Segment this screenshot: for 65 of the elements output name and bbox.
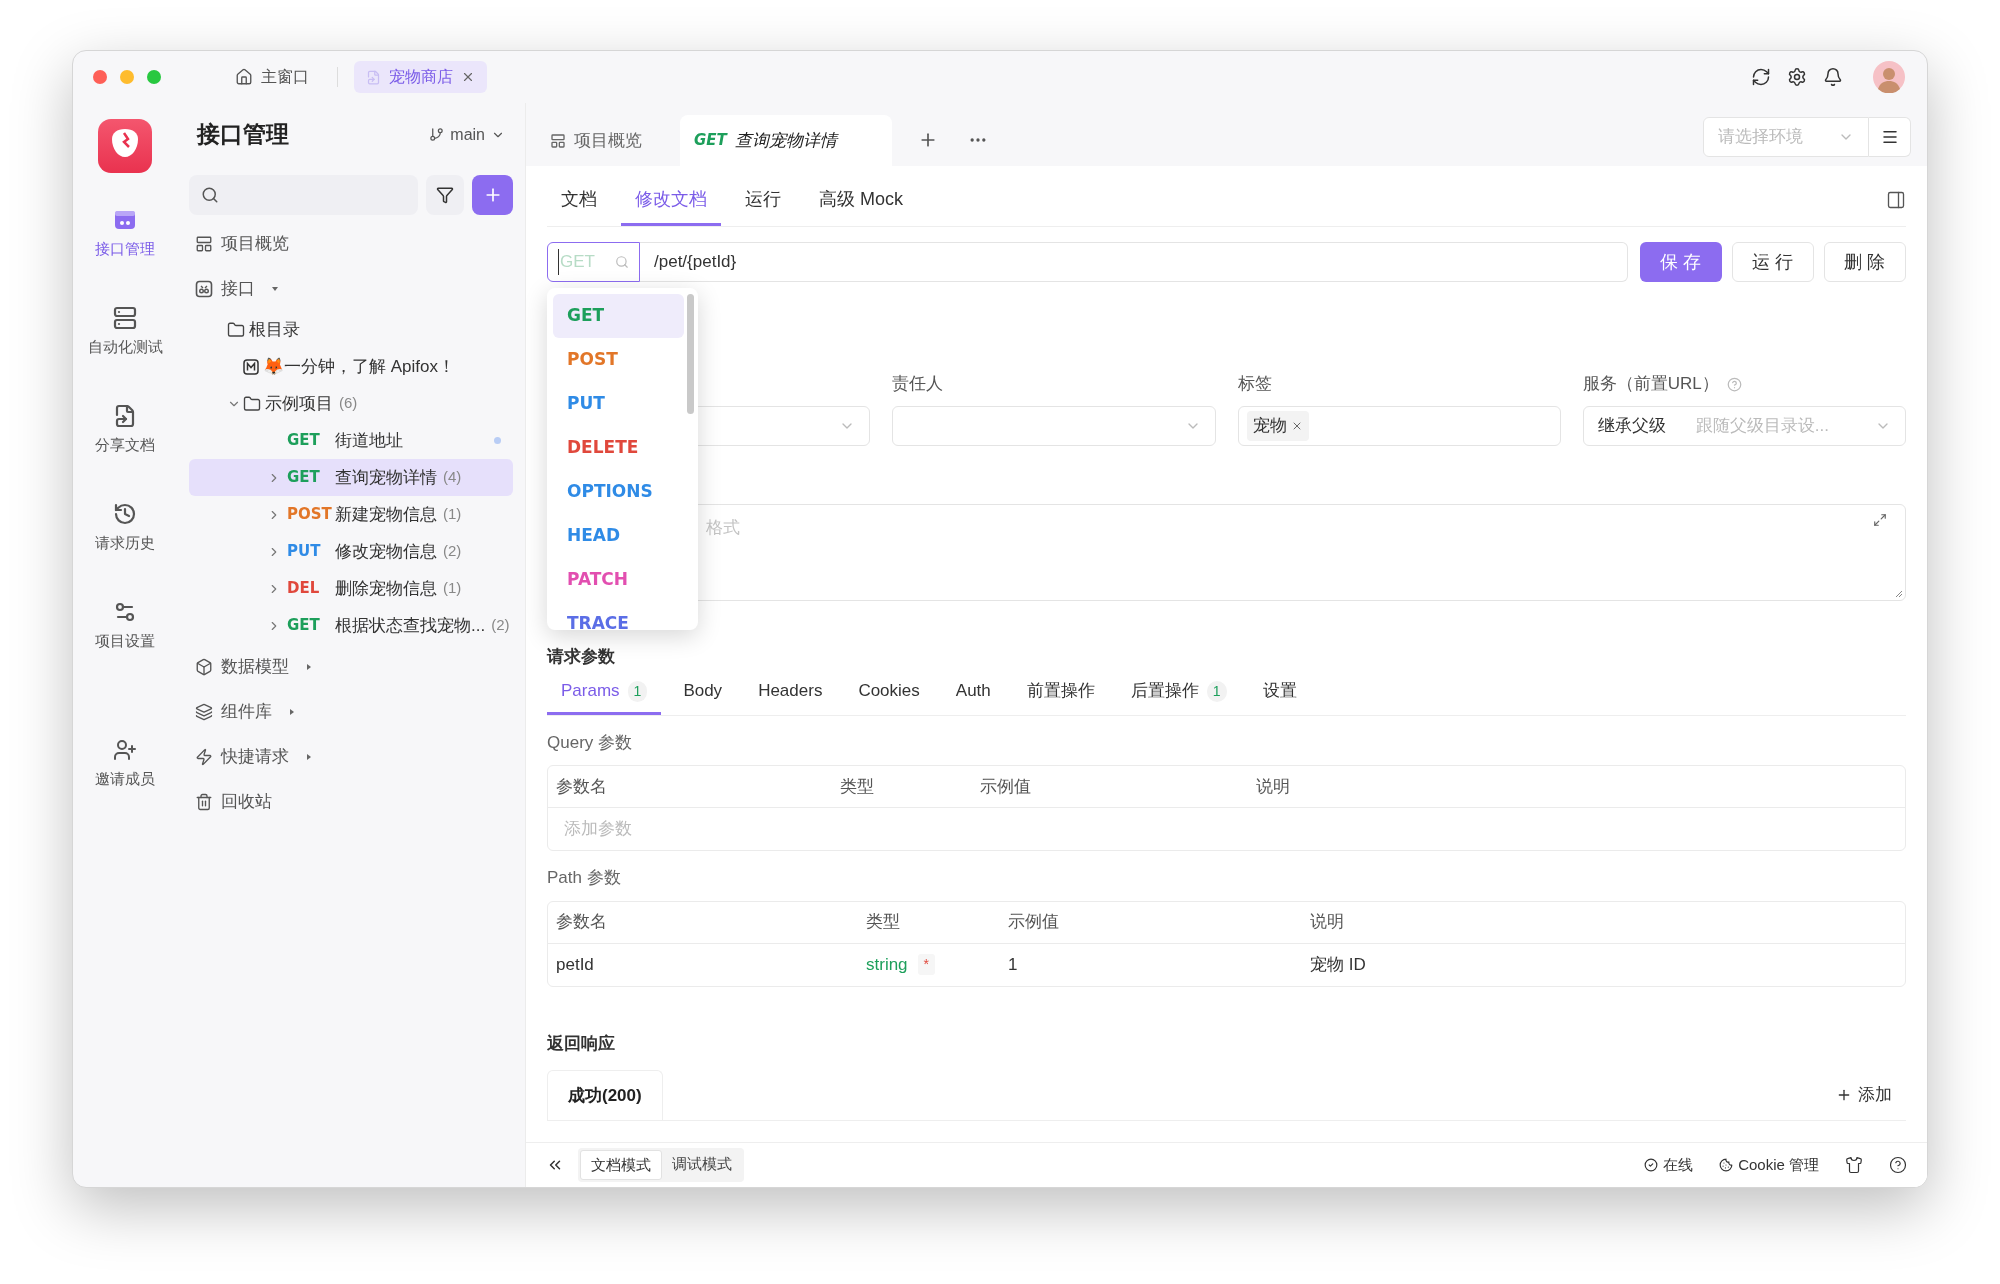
type-label: string <box>866 953 908 976</box>
method-label: GET <box>287 430 321 452</box>
count-label: (1) <box>443 578 462 599</box>
tab-label: 查询宠物详情 <box>734 129 837 152</box>
tree-label: 🦊一分钟，了解 Apifox！ <box>263 355 455 378</box>
tree-label: 街道地址 <box>335 429 403 452</box>
section-title: 请求参数 <box>547 646 616 668</box>
rail-label: 邀请成员 <box>95 768 155 789</box>
rail-label: 项目设置 <box>95 630 155 651</box>
column-header: 示例值 <box>979 775 1032 798</box>
count-label: (1) <box>443 504 462 525</box>
tree-label: 根据状态查找宠物... <box>335 614 486 637</box>
select-value: 继承父级 <box>1597 415 1666 438</box>
column-header: 类型 <box>839 775 875 798</box>
column-header: 参数名 <box>555 911 608 934</box>
rail-label: 分享文档 <box>95 434 155 455</box>
tree-label: 新建宠物信息 <box>335 503 437 526</box>
description-placeholder: 格式 <box>706 517 740 539</box>
table-cell-text: 1 <box>1007 953 1019 976</box>
tag-label: 宠物 <box>1252 415 1287 438</box>
table-cell-text: petId <box>555 953 595 976</box>
column-header: 说明 <box>1255 775 1291 798</box>
column-header: 示例值 <box>1007 911 1060 934</box>
section-subtitle: Path 参数 <box>547 867 622 889</box>
tree-label: 项目概览 <box>221 232 289 255</box>
table-cell-text: 宠物 ID <box>1309 953 1367 976</box>
method-label: GET <box>287 615 321 637</box>
tree-label: 回收站 <box>221 790 272 813</box>
method-label: POST <box>287 504 333 526</box>
tree-label: 删除宠物信息 <box>335 577 437 600</box>
field-label: 标签 <box>1237 373 1272 396</box>
tab-label: 主窗口 <box>261 67 309 87</box>
tab-label: 宠物商店 <box>389 67 453 87</box>
rail-label: 请求历史 <box>95 532 155 553</box>
section-subtitle: Query 参数 <box>547 731 634 754</box>
tree-label: 示例项目 <box>265 392 333 415</box>
tab-label: 项目概览 <box>574 129 642 152</box>
tree-label: 查询宠物详情 <box>335 466 437 489</box>
sidebar-title: 接口管理 <box>197 120 289 150</box>
count-label: (6) <box>339 393 358 414</box>
count-label: (4) <box>443 467 462 488</box>
column-header: 类型 <box>865 911 901 934</box>
select-placeholder: 跟随父级目录设... <box>1695 415 1829 438</box>
tree-label: 快捷请求 <box>221 745 289 768</box>
tree-label: 组件库 <box>221 700 272 723</box>
method-label: GET <box>694 130 727 152</box>
rail-label: 自动化测试 <box>87 336 163 357</box>
required-mark: * <box>917 954 936 975</box>
tree-label: 根目录 <box>249 318 300 341</box>
field-label: 服务（前置URL） <box>1582 373 1719 396</box>
rail-label: 接口管理 <box>95 238 155 259</box>
tree-label: 接口 <box>221 277 255 300</box>
column-header: 说明 <box>1309 911 1345 934</box>
method-label: GET <box>287 467 321 489</box>
count-label: (2) <box>491 615 510 636</box>
column-header: 参数名 <box>555 775 608 798</box>
count-label: (2) <box>443 541 462 562</box>
tree-label: 修改宠物信息 <box>335 540 437 563</box>
count-badge: 1 <box>1206 680 1227 702</box>
method-label: PUT <box>287 541 322 563</box>
section-title: 返回响应 <box>547 1032 616 1055</box>
count-badge: 1 <box>627 680 648 702</box>
field-label: 责任人 <box>892 373 944 396</box>
method-label: DEL <box>287 578 321 600</box>
tree-label: 数据模型 <box>221 655 289 678</box>
